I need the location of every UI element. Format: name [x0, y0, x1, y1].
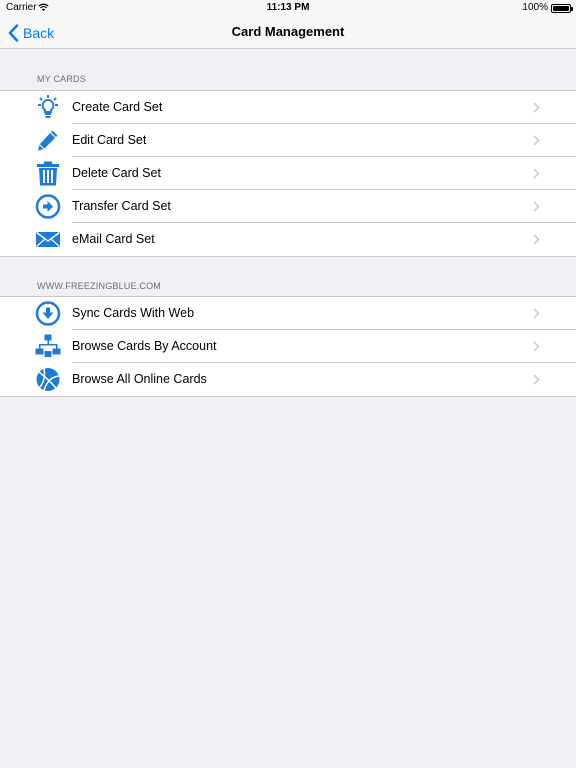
download-circle-icon	[35, 301, 61, 326]
clock: 11:13 PM	[266, 2, 310, 13]
browse-by-account-label: Browse Cards By Account	[72, 339, 217, 353]
envelope-icon	[35, 227, 61, 252]
section-header-my-cards: MY CARDS	[37, 74, 86, 84]
edit-card-set-row[interactable]: Edit Card Set	[0, 124, 576, 157]
edit-card-set-label: Edit Card Set	[72, 133, 147, 147]
navigation-bar: Back Card Management	[0, 16, 576, 49]
trash-icon	[35, 161, 61, 186]
battery-icon	[551, 4, 573, 13]
transfer-card-set-label: Transfer Card Set	[72, 199, 171, 213]
freezingblue-group: Sync Cards With Web Browse Cards By Acco…	[0, 296, 576, 397]
pencil-icon	[35, 128, 61, 153]
browse-all-online-row[interactable]: Browse All Online Cards	[0, 363, 576, 396]
email-card-set-row[interactable]: eMail Card Set	[0, 223, 576, 256]
browse-all-online-label: Browse All Online Cards	[72, 372, 207, 386]
section-header-freezingblue: WWW.FREEZINGBLUE.COM	[37, 281, 161, 291]
chevron-right-icon	[533, 234, 540, 245]
chevron-right-icon	[533, 168, 540, 179]
arrow-circle-icon	[35, 194, 61, 219]
transfer-card-set-row[interactable]: Transfer Card Set	[0, 190, 576, 223]
chevron-right-icon	[533, 341, 540, 352]
chevron-right-icon	[533, 374, 540, 385]
chevron-right-icon	[533, 135, 540, 146]
sync-cards-row[interactable]: Sync Cards With Web	[0, 297, 576, 330]
sync-cards-label: Sync Cards With Web	[72, 306, 195, 320]
email-card-set-label: eMail Card Set	[72, 232, 155, 246]
chevron-right-icon	[533, 102, 540, 113]
chevron-right-icon	[533, 201, 540, 212]
hierarchy-icon	[35, 334, 61, 359]
battery-percent: 100%	[522, 2, 548, 13]
browse-by-account-row[interactable]: Browse Cards By Account	[0, 330, 576, 363]
my-cards-group: Create Card Set Edit Card Set Delete Car…	[0, 90, 576, 257]
status-bar: Carrier 11:13 PM 100%	[0, 0, 576, 16]
chevron-right-icon	[533, 308, 540, 319]
globe-ball-icon	[35, 367, 61, 392]
page-title: Card Management	[231, 24, 345, 39]
delete-card-set-row[interactable]: Delete Card Set	[0, 157, 576, 190]
delete-card-set-label: Delete Card Set	[72, 166, 161, 180]
create-card-set-label: Create Card Set	[72, 100, 163, 114]
lightbulb-icon	[35, 95, 61, 120]
create-card-set-row[interactable]: Create Card Set	[0, 91, 576, 124]
